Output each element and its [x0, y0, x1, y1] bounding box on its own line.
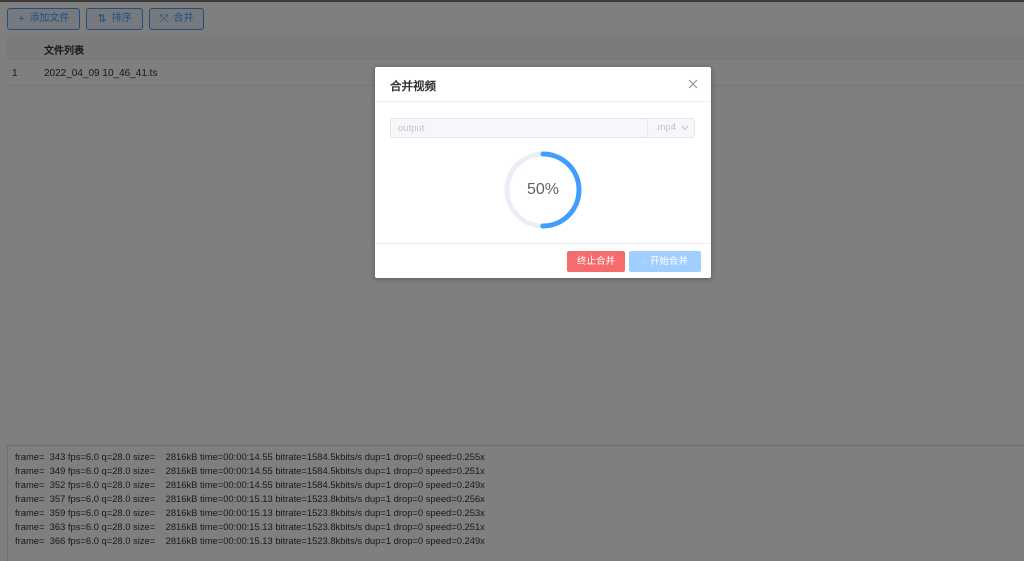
extension-select[interactable]: .mp4 [647, 118, 695, 138]
dialog-title: 合并视频 [390, 81, 436, 93]
dialog-footer-divider [375, 243, 711, 244]
start-merge-label: 开始合并 [649, 256, 688, 267]
close-icon[interactable] [686, 77, 700, 91]
start-merge-button[interactable]: ◌ 开始合并 [629, 251, 701, 272]
stop-merge-label: 终止合并 [576, 256, 615, 267]
chevron-down-icon [681, 125, 689, 131]
progress-percent-label: 50% [526, 181, 560, 198]
merge-video-dialog: 合并视频 .mp4 50% 终止合并 ◌开始合并 [375, 67, 711, 278]
extension-value: .mp4 [655, 122, 677, 133]
stop-merge-button[interactable]: 终止合并 [567, 251, 625, 272]
output-name-input[interactable] [390, 118, 647, 138]
loading-icon: ◌ [642, 257, 647, 266]
dialog-header-divider [375, 101, 711, 102]
